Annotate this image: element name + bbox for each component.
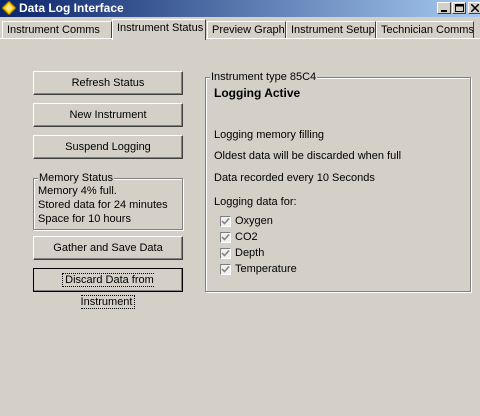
memory-percent-text: Memory 4% full. <box>38 185 117 197</box>
checkmark-icon <box>221 217 230 225</box>
maximize-icon <box>455 4 464 12</box>
oxygen-label: Oxygen <box>235 215 273 227</box>
app-window: Data Log Interface Instrument Comms Inst… <box>0 0 480 416</box>
tab-label: Instrument Status <box>117 22 204 34</box>
maximize-button[interactable] <box>452 2 466 14</box>
record-interval-text: Data recorded every 10 Seconds <box>214 172 375 184</box>
logging-status-text: Logging Active <box>214 86 301 100</box>
close-button[interactable] <box>468 2 480 14</box>
oxygen-checkbox[interactable] <box>220 216 231 227</box>
checkmark-icon <box>221 265 230 273</box>
stored-duration-text: Stored data for 24 minutes <box>38 199 168 211</box>
tab-strip: Instrument Comms Instrument Status Previ… <box>0 19 480 40</box>
suspend-logging-button[interactable]: Suspend Logging <box>33 135 183 159</box>
checkmark-icon <box>221 233 230 241</box>
tab-instrument-setup[interactable]: Instrument Setup <box>286 21 376 38</box>
app-diamond-icon <box>2 1 16 15</box>
checkmark-icon <box>221 249 230 257</box>
window-title: Data Log Interface <box>19 1 124 15</box>
tab-preview-graph[interactable]: Preview Graph <box>207 21 286 38</box>
new-instrument-button[interactable]: New Instrument <box>33 103 183 127</box>
discard-data-label: Discard Data from Instrument <box>62 273 154 309</box>
minimize-button[interactable] <box>437 2 451 14</box>
tab-technician-comms[interactable]: Technician Comms <box>376 21 474 38</box>
memory-status-group: Memory Status Memory 4% full. Stored dat… <box>33 172 183 230</box>
instrument-type-legend: Instrument type 85C4 <box>210 71 318 83</box>
instrument-info-group: Instrument type 85C4 Logging Active Logg… <box>205 71 471 292</box>
co2-label: CO2 <box>235 231 258 243</box>
title-bar[interactable]: Data Log Interface <box>0 0 480 17</box>
minimize-icon <box>441 10 447 12</box>
close-icon <box>471 4 479 12</box>
temperature-label: Temperature <box>235 263 297 275</box>
tab-label: Instrument Setup <box>291 24 375 36</box>
refresh-status-button[interactable]: Refresh Status <box>33 71 183 95</box>
depth-checkbox[interactable] <box>220 248 231 259</box>
tab-instrument-comms[interactable]: Instrument Comms <box>2 21 112 38</box>
logging-data-for-label: Logging data for: <box>214 196 297 208</box>
gather-save-data-button[interactable]: Gather and Save Data <box>33 236 183 260</box>
tab-label: Instrument Comms <box>7 24 100 36</box>
instrument-status-panel: Refresh Status New Instrument Suspend Lo… <box>0 38 480 416</box>
tab-instrument-status[interactable]: Instrument Status <box>112 19 206 40</box>
tab-label: Preview Graph <box>212 24 285 36</box>
tab-label: Technician Comms <box>381 24 474 36</box>
depth-label: Depth <box>235 247 265 259</box>
memory-status-title: Memory Status <box>38 172 114 184</box>
temperature-checkbox[interactable] <box>220 264 231 275</box>
logging-memory-text: Logging memory filling <box>214 129 325 141</box>
space-remaining-text: Space for 10 hours <box>38 213 131 225</box>
co2-checkbox[interactable] <box>220 232 231 243</box>
discard-data-button[interactable]: Discard Data from Instrument <box>33 268 183 309</box>
discard-policy-text: Oldest data will be discarded when full <box>214 150 402 162</box>
